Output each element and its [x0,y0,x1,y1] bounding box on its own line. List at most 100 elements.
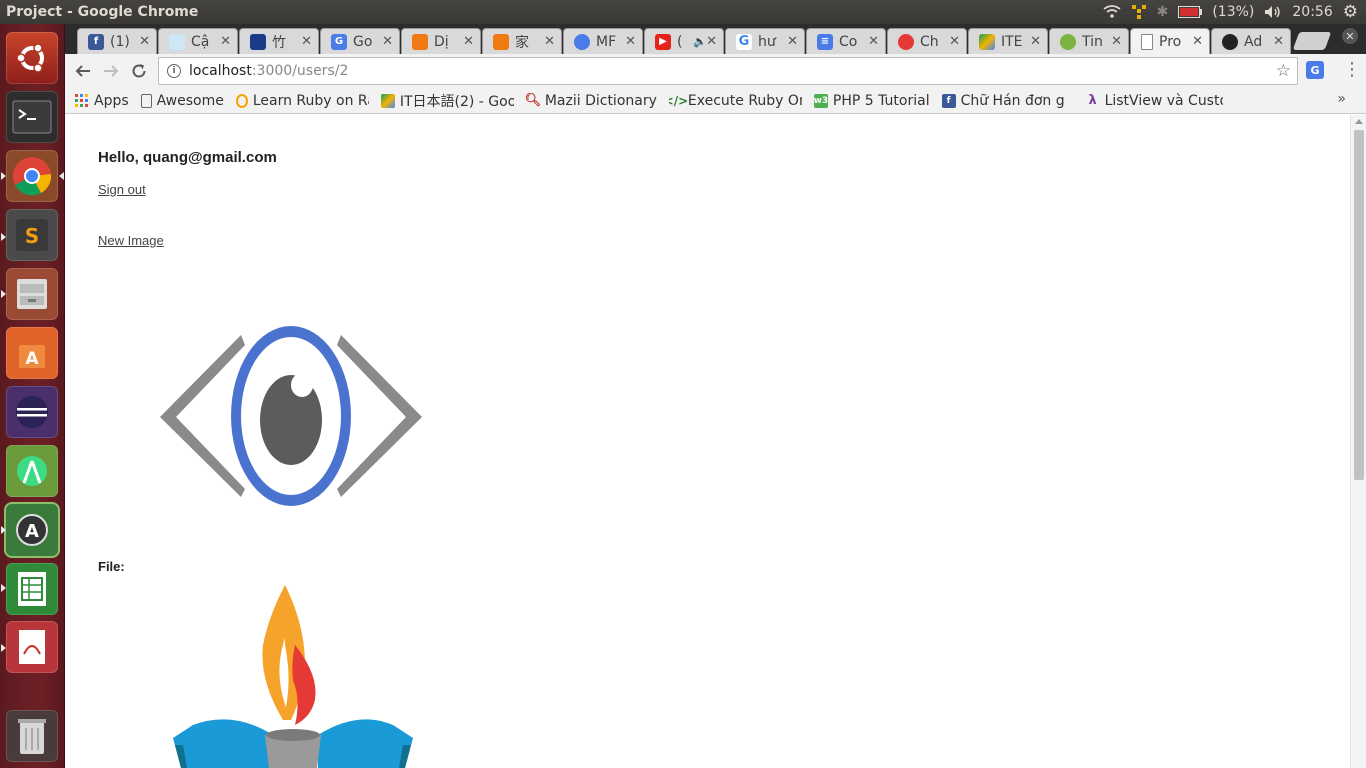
tab-close-icon[interactable]: ✕ [625,34,636,49]
scroll-up-arrow-icon[interactable] [1355,119,1363,124]
facebook-icon: f [941,93,956,108]
tab-close-icon[interactable]: ✕ [868,34,879,49]
document-viewer-launcher[interactable] [6,621,58,673]
apps-grid-icon [75,93,89,108]
eclipse-launcher[interactable] [6,386,58,438]
clock[interactable]: 20:56 [1292,4,1332,20]
sublime-text-launcher[interactable]: S [6,209,58,261]
bluetooth-icon[interactable]: ✱ [1157,4,1169,20]
forward-button[interactable] [97,57,125,85]
bookmark-item[interactable]: IT日本語(2) - Goo [380,91,514,111]
tab-close-icon[interactable]: ✕ [220,34,231,49]
software-updater-launcher[interactable]: A [6,504,58,556]
running-indicator [1,584,6,592]
window-close-button[interactable]: ✕ [1342,28,1358,44]
browser-tab[interactable]: Tin ✕ [1049,28,1129,54]
browser-tab[interactable]: 竹 ✕ [239,28,319,54]
browser-tab[interactable]: Cậ ✕ [158,28,238,54]
bookmark-star-icon[interactable]: ☆ [1276,61,1291,81]
greeting-heading: Hello, quang@gmail.com [98,149,277,166]
browser-tab[interactable]: Dị ✕ [401,28,481,54]
reload-button[interactable] [125,57,153,85]
scrollbar-thumb[interactable] [1354,130,1364,480]
browser-toolbar: i localhost:3000/users/2 ☆ G ⋮ [65,54,1366,88]
browser-tab-active[interactable]: Pro ✕ [1130,28,1210,54]
browser-tab[interactable]: Ghư ✕ [725,28,805,54]
tab-close-icon[interactable]: ✕ [544,34,555,49]
ubuntu-dash-button[interactable] [6,32,58,84]
bookmark-apps[interactable]: Apps [75,93,129,109]
trash-launcher[interactable] [6,710,58,762]
torch-book-image [173,585,413,768]
update-notifier-icon[interactable] [1131,4,1147,20]
gear-icon[interactable]: ⚙ [1343,2,1358,22]
terminal-icon [12,100,52,134]
eye-image [160,326,422,506]
terminal-launcher[interactable] [6,91,58,143]
browser-tab[interactable]: ITE ✕ [968,28,1048,54]
chrome-launcher[interactable] [6,150,58,202]
browser-tab[interactable]: 家 ✕ [482,28,562,54]
site-icon [574,33,590,50]
spreadsheet-icon [18,572,46,606]
bookmark-item[interactable]: w3 PHP 5 Tutorial [813,93,930,109]
software-center-launcher[interactable]: A [6,327,58,379]
bookmark-item[interactable]: </>Execute Ruby On [669,93,802,109]
new-tab-button[interactable] [1292,32,1332,50]
tab-strip: f (1) ✕ Cậ ✕ 竹 ✕ G Go ✕ Dị ✕ 家 ✕ MF ✕ ▶(🔈 ✕ Ghư ✕ ≡… [65,24,1366,54]
reload-icon [132,64,146,78]
browser-tab[interactable]: f (1) ✕ [77,28,157,54]
bookmark-item[interactable]: f Chữ Hán đơn g [941,93,1074,109]
tab-close-icon[interactable]: ✕ [1030,34,1041,49]
bookmark-item[interactable]: λ ListView và Custo [1086,93,1222,109]
tab-close-icon[interactable]: ✕ [706,34,717,49]
tab-close-icon[interactable]: ✕ [787,34,798,49]
page-icon [140,93,152,108]
tab-close-icon[interactable]: ✕ [382,34,393,49]
browser-tab[interactable]: ▶(🔈 ✕ [644,28,724,54]
tab-close-icon[interactable]: ✕ [463,34,474,49]
address-bar[interactable]: i localhost:3000/users/2 ☆ [158,57,1298,85]
tab-close-icon[interactable]: ✕ [1111,34,1122,49]
tab-close-icon[interactable]: ✕ [949,34,960,49]
page-icon [1141,33,1153,50]
tab-close-icon[interactable]: ✕ [301,34,312,49]
window-title: Project - Google Chrome [6,4,199,20]
tab-close-icon[interactable]: ✕ [139,34,150,49]
volume-icon[interactable] [1264,5,1282,19]
bookmark-item[interactable]: Awesome [140,93,224,109]
browser-tab[interactable]: Ad ✕ [1211,28,1291,54]
bookmark-item[interactable]: 🔍︎ Mazii Dictionary [526,93,657,109]
arrow-left-icon [75,65,90,77]
browser-menu-button[interactable]: ⋮ [1343,60,1361,80]
android-studio-launcher[interactable] [6,445,58,497]
audio-playing-icon[interactable]: 🔈 [693,35,707,48]
tab-close-icon[interactable]: ✕ [1192,34,1203,49]
wifi-icon[interactable] [1103,5,1121,19]
sign-out-link[interactable]: Sign out [98,182,146,197]
svg-text:S: S [25,224,39,248]
running-indicator [1,233,6,241]
unity-launcher: S A A [0,24,65,768]
battery-icon[interactable] [1178,6,1203,18]
back-button[interactable] [69,57,97,85]
bookmark-item[interactable]: Learn Ruby on Ra [235,93,369,109]
page-scrollbar[interactable] [1350,115,1366,768]
browser-tab[interactable]: G Go ✕ [320,28,400,54]
chat-icon [898,33,914,50]
google-translate-extension-icon[interactable]: G [1306,61,1324,79]
trash-icon [18,719,46,754]
info-icon[interactable]: i [167,64,181,78]
browser-tab[interactable]: MF ✕ [563,28,643,54]
magnifier-icon: 🔍︎ [525,93,542,108]
site-icon [250,33,266,50]
bookmarks-bar: Apps Awesome Learn Ruby on Ra IT日本語(2) -… [65,88,1366,114]
spreadsheet-launcher[interactable] [6,563,58,615]
new-image-link[interactable]: New Image [98,233,164,248]
tab-close-icon[interactable]: ✕ [1273,34,1284,49]
svg-text:A: A [25,349,39,369]
browser-tab[interactable]: ≡ Co ✕ [806,28,886,54]
bookmarks-overflow-button[interactable]: » [1337,91,1346,107]
files-launcher[interactable] [6,268,58,320]
browser-tab[interactable]: Ch ✕ [887,28,967,54]
